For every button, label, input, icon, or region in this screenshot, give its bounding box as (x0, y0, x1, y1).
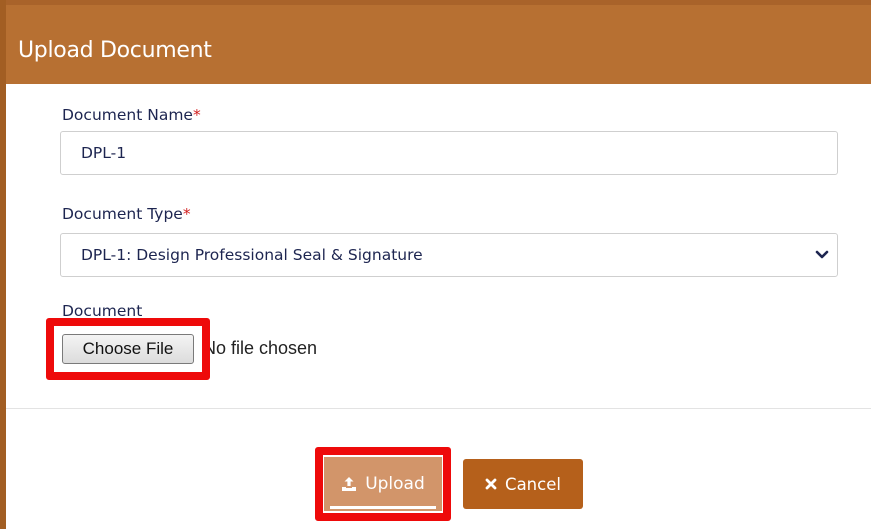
document-name-label-text: Document Name (62, 106, 193, 124)
document-name-label: Document Name* (62, 106, 201, 124)
cancel-button[interactable]: Cancel (463, 459, 583, 509)
dialog-header: Upload Document (6, 0, 871, 84)
document-type-label-text: Document Type (62, 205, 183, 223)
file-status-text: No file chosen (203, 338, 318, 358)
document-type-selected: DPL-1: Design Professional Seal & Signat… (81, 246, 423, 264)
close-icon (485, 478, 497, 490)
document-type-label: Document Type* (62, 205, 191, 223)
upload-document-dialog: Upload Document Document Name* DPL-1 Doc… (0, 0, 871, 529)
footer-divider (6, 408, 871, 409)
dialog-title: Upload Document (18, 38, 212, 63)
chevron-down-icon (815, 250, 829, 259)
required-mark: * (192, 106, 201, 124)
choose-file-highlight (46, 318, 210, 380)
cancel-label: Cancel (505, 474, 561, 494)
required-mark: * (182, 205, 191, 223)
document-type-select[interactable]: DPL-1: Design Professional Seal & Signat… (60, 233, 838, 277)
document-name-value: DPL-1 (81, 144, 127, 162)
upload-highlight (315, 447, 451, 521)
document-name-input[interactable]: DPL-1 (60, 131, 838, 175)
